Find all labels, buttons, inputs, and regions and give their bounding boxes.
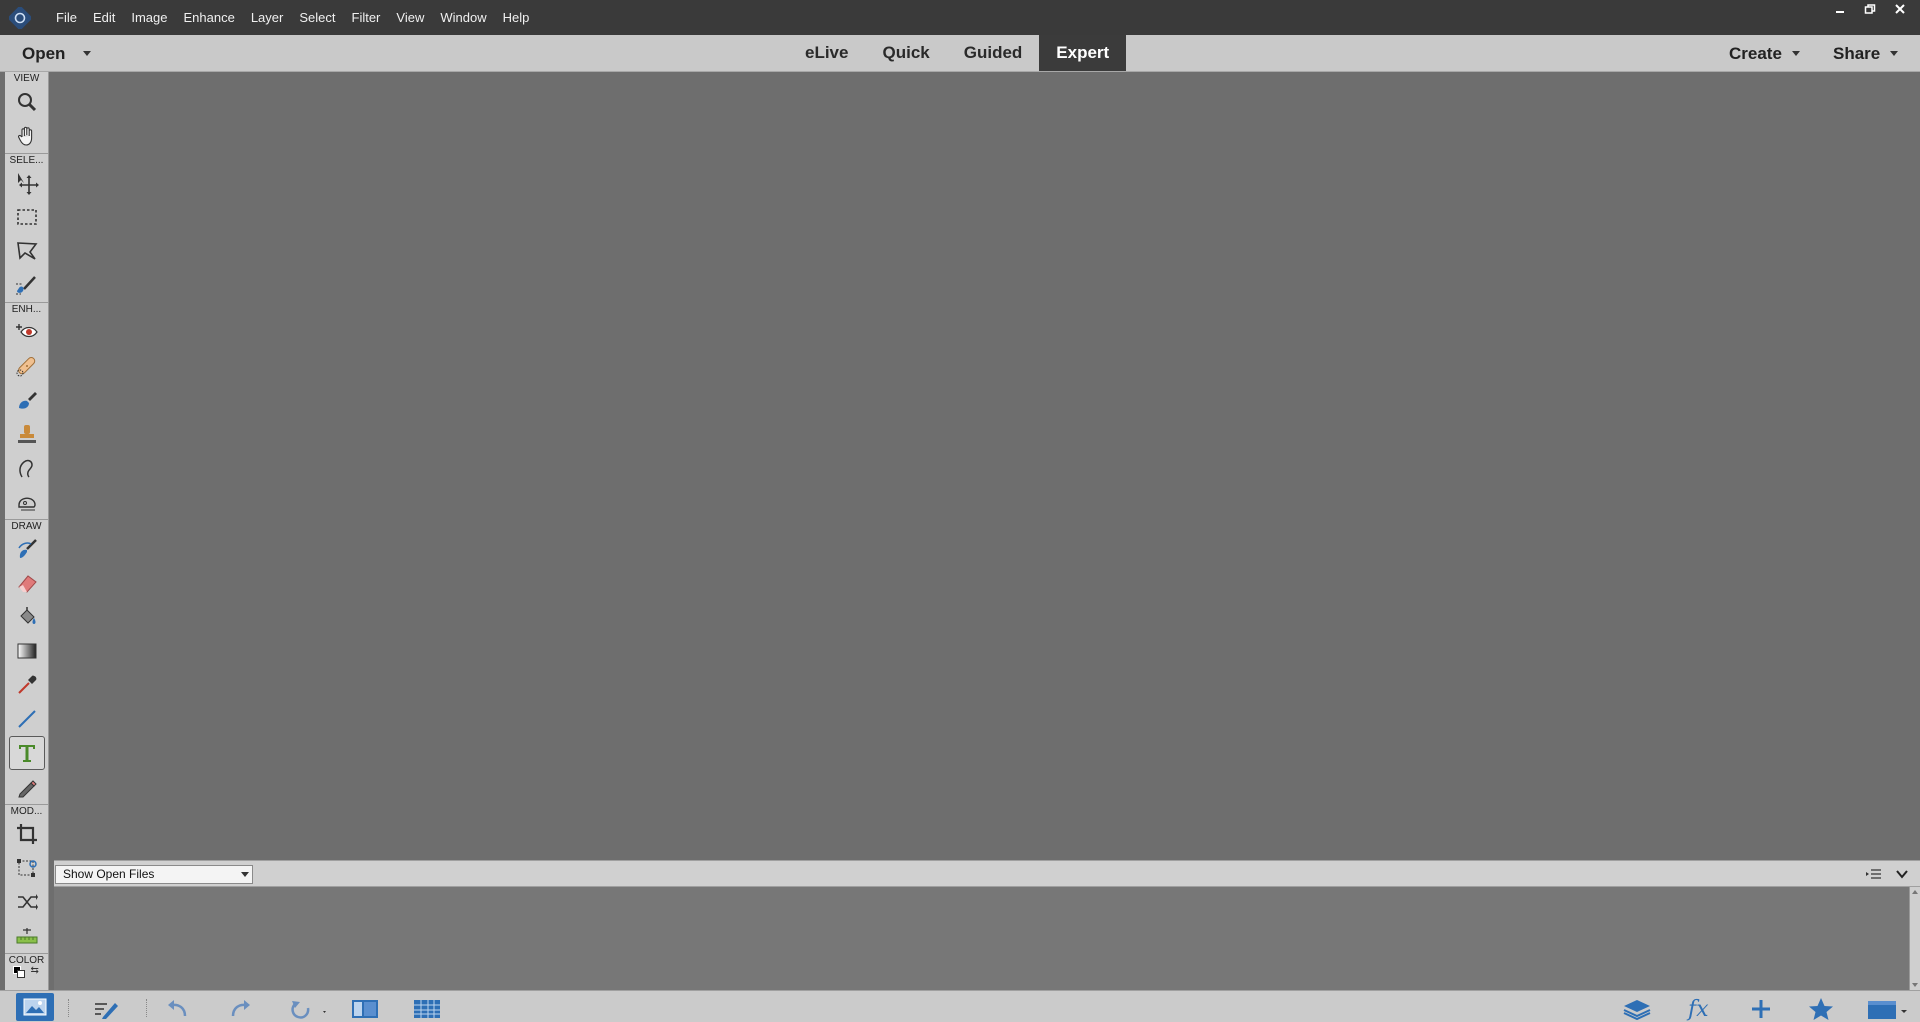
organizer-icon[interactable] — [412, 997, 442, 1021]
menu-image[interactable]: Image — [123, 0, 175, 35]
tab-elive[interactable]: eLive — [788, 35, 865, 71]
gradient-icon[interactable] — [9, 634, 45, 668]
tool-options-icon[interactable] — [92, 997, 122, 1021]
layers-icon[interactable] — [1622, 997, 1652, 1021]
favorites-icon[interactable] — [1806, 997, 1836, 1021]
menu-layer[interactable]: Layer — [243, 0, 292, 35]
background-color-swatch[interactable] — [16, 970, 25, 978]
hand-icon[interactable] — [9, 119, 45, 153]
show-files-select-value: Show Open Files — [63, 867, 155, 881]
add-icon[interactable] — [1746, 997, 1776, 1021]
section-view-label: VIEW — [13, 73, 40, 84]
minimize-icon[interactable] — [1826, 0, 1854, 18]
spot-healing-icon[interactable] — [9, 349, 45, 383]
section-select-label: SELE... — [5, 153, 48, 166]
photo-bin-scrollbar[interactable] — [1909, 887, 1920, 990]
quick-selection-icon[interactable] — [9, 268, 45, 302]
more-icon[interactable] — [1866, 997, 1910, 1021]
open-button[interactable]: Open — [22, 35, 92, 72]
chevron-down-icon — [1791, 51, 1800, 56]
eyedropper-icon[interactable] — [9, 668, 45, 702]
share-button[interactable]: Share — [1833, 35, 1899, 72]
taskbar: fx — [0, 990, 1920, 1022]
menu-enhance[interactable]: Enhance — [176, 0, 243, 35]
menu-window[interactable]: Window — [432, 0, 494, 35]
chevron-down-icon — [1890, 51, 1899, 56]
toolbox: VIEW SELE... ENH... DRAW MOD... COLOR ⇆ — [5, 72, 49, 991]
rotate-icon[interactable] — [288, 997, 330, 1021]
smart-brush-icon[interactable] — [9, 383, 45, 417]
menu-view[interactable]: View — [388, 0, 432, 35]
show-files-select[interactable]: Show Open Files — [55, 865, 253, 884]
photo-bin-area[interactable] — [54, 887, 1909, 990]
photo-bin-icon[interactable] — [16, 993, 54, 1021]
move-icon[interactable] — [9, 166, 45, 200]
menu-bar: File Edit Image Enhance Layer Select Fil… — [0, 0, 1920, 35]
tab-guided[interactable]: Guided — [947, 35, 1040, 71]
bin-options-icon[interactable] — [1866, 867, 1882, 885]
menu-select[interactable]: Select — [291, 0, 343, 35]
menu-edit[interactable]: Edit — [85, 0, 123, 35]
window-controls — [1826, 0, 1914, 20]
chevron-down-icon — [241, 872, 249, 877]
blur-icon[interactable] — [9, 451, 45, 485]
share-label: Share — [1833, 43, 1881, 63]
mode-bar: Open eLive Quick Guided Expert Create Sh… — [0, 35, 1920, 72]
menu-filter[interactable]: Filter — [344, 0, 389, 35]
menu-help[interactable]: Help — [495, 0, 538, 35]
section-modify-label: MOD... — [5, 804, 48, 817]
zoom-icon[interactable] — [9, 85, 45, 119]
swap-colors-icon[interactable]: ⇆ — [31, 966, 39, 976]
photo-bin-header: Show Open Files — [54, 860, 1920, 887]
chevron-down-icon[interactable] — [83, 51, 92, 56]
undo-icon[interactable] — [164, 997, 190, 1021]
pencil-icon[interactable] — [9, 770, 45, 804]
brush-icon[interactable] — [9, 532, 45, 566]
mode-tabs: eLive Quick Guided Expert — [788, 35, 1127, 72]
lasso-icon[interactable] — [9, 234, 45, 268]
crop-icon[interactable] — [9, 817, 45, 851]
menu-file[interactable]: File — [48, 0, 85, 35]
section-enhance-label: ENH... — [5, 302, 48, 315]
app-logo-icon — [6, 4, 34, 32]
eraser-icon[interactable] — [9, 566, 45, 600]
tab-quick[interactable]: Quick — [865, 35, 946, 71]
create-label: Create — [1729, 43, 1782, 63]
content-aware-move-icon[interactable] — [9, 885, 45, 919]
recompose-icon[interactable] — [9, 851, 45, 885]
paint-bucket-icon[interactable] — [9, 600, 45, 634]
red-eye-icon[interactable] — [9, 315, 45, 349]
color-swatches[interactable]: ⇆ — [9, 966, 45, 978]
layout-icon[interactable] — [350, 997, 380, 1021]
straighten-icon[interactable] — [9, 919, 45, 953]
canvas-area[interactable] — [54, 72, 1920, 860]
taskbar-separator — [68, 999, 69, 1017]
section-color-label: COLOR — [5, 953, 48, 966]
tab-expert[interactable]: Expert — [1039, 35, 1127, 71]
taskbar-separator — [146, 999, 147, 1017]
chevron-down-icon[interactable] — [1896, 867, 1908, 885]
create-button[interactable]: Create — [1729, 35, 1800, 72]
effects-icon[interactable]: fx — [1686, 997, 1716, 1021]
restore-icon[interactable] — [1856, 0, 1884, 18]
clone-stamp-icon[interactable] — [9, 417, 45, 451]
close-icon[interactable] — [1886, 0, 1914, 18]
marquee-icon[interactable] — [9, 200, 45, 234]
open-label: Open — [22, 43, 66, 63]
sponge-icon[interactable] — [9, 485, 45, 519]
type-icon[interactable] — [8, 736, 45, 770]
redo-icon[interactable] — [228, 997, 254, 1021]
section-draw-label: DRAW — [5, 519, 48, 532]
svg-text:fx: fx — [1686, 997, 1709, 1021]
line-icon[interactable] — [9, 702, 45, 736]
